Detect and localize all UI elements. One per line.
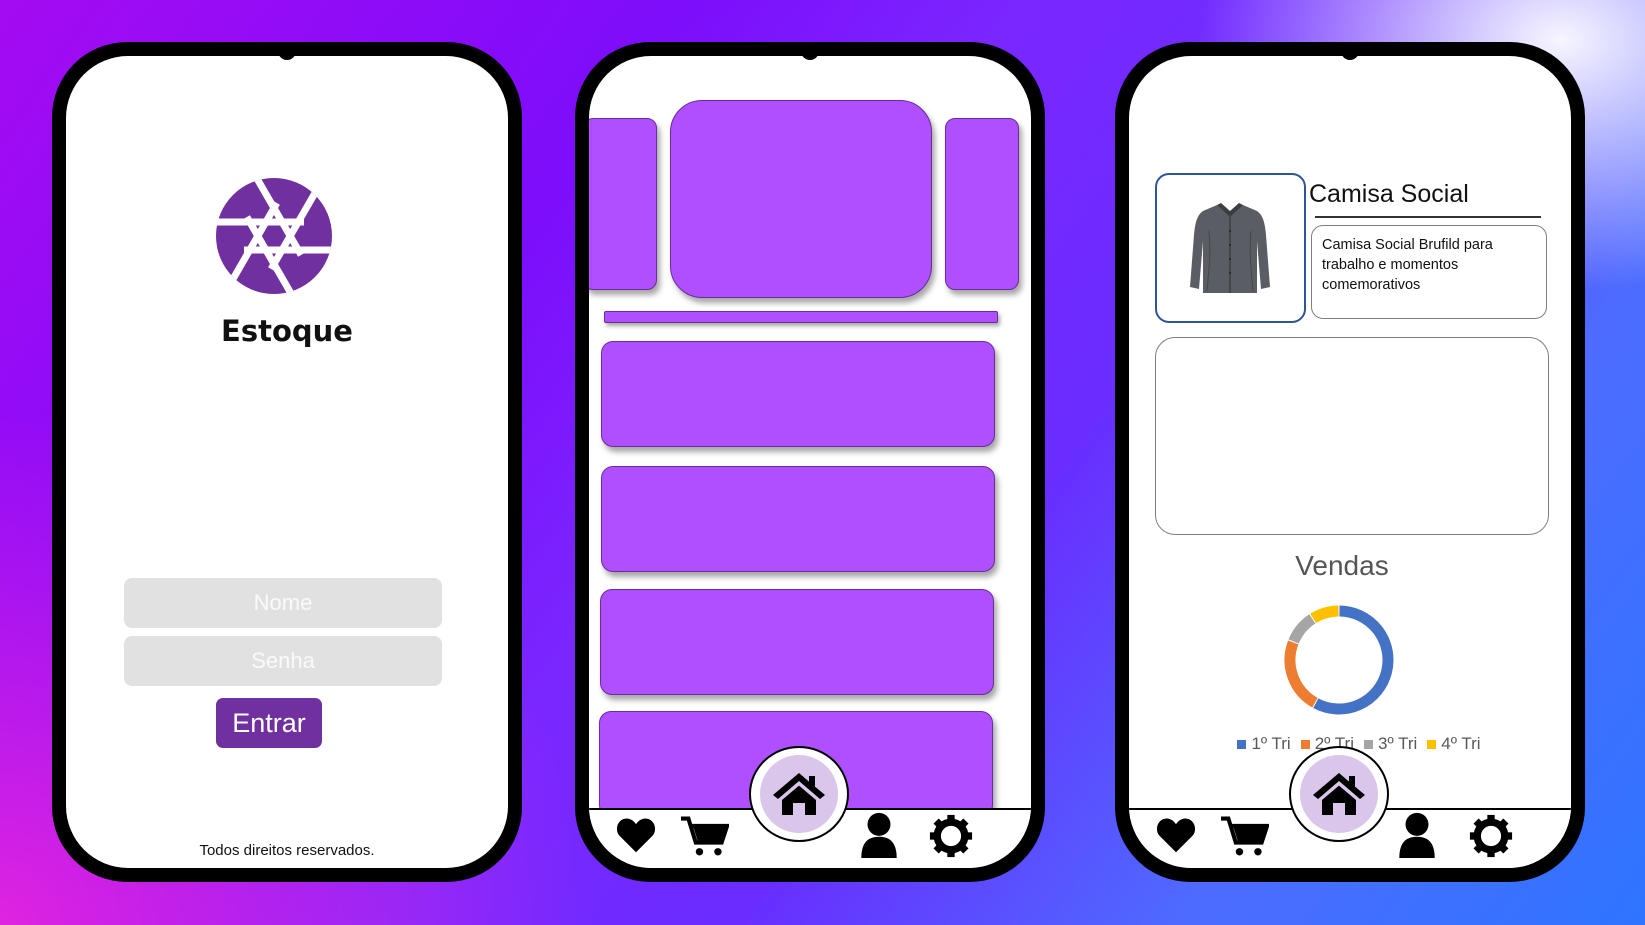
password-input[interactable]: Senha bbox=[124, 636, 442, 686]
legend-swatch bbox=[1300, 739, 1310, 749]
legend-label: 1º Tri bbox=[1251, 734, 1291, 753]
detail-screen: Camisa Social Camisa Social Brufild para… bbox=[1129, 56, 1571, 868]
sales-donut-chart bbox=[1284, 605, 1394, 715]
legend-swatch bbox=[1364, 739, 1373, 749]
carousel-card-left[interactable] bbox=[589, 118, 657, 290]
heart-icon[interactable] bbox=[1155, 816, 1197, 854]
copyright-text: Todos direitos reservados. bbox=[199, 842, 375, 859]
product-image-frame[interactable] bbox=[1155, 173, 1306, 323]
home-screen bbox=[589, 56, 1031, 868]
camera-notch bbox=[801, 42, 819, 60]
title-underline bbox=[1315, 216, 1541, 218]
chart-title: Vendas bbox=[1295, 550, 1389, 581]
carousel-card-center[interactable] bbox=[670, 100, 932, 298]
section-divider bbox=[604, 311, 998, 323]
shirt-icon bbox=[1190, 203, 1270, 293]
aperture-icon bbox=[216, 178, 332, 294]
camera-notch bbox=[1341, 42, 1359, 60]
legend-item: 3º Tri bbox=[1364, 734, 1417, 754]
gear-icon[interactable] bbox=[929, 814, 973, 858]
user-icon[interactable] bbox=[1399, 812, 1435, 858]
heart-icon[interactable] bbox=[615, 816, 657, 854]
login-phone-frame: Estoque Nome Senha Entrar Todos direitos… bbox=[52, 42, 522, 882]
content-placeholder-box bbox=[1155, 337, 1549, 535]
home-button[interactable] bbox=[749, 746, 849, 842]
donut-slice-3 bbox=[1288, 614, 1316, 644]
cart-icon[interactable] bbox=[681, 816, 729, 858]
home-icon bbox=[760, 755, 838, 833]
list-item[interactable] bbox=[600, 589, 994, 695]
home-phone-frame bbox=[575, 42, 1045, 882]
carousel-card-right[interactable] bbox=[945, 118, 1019, 290]
donut-slice-2 bbox=[1284, 640, 1318, 708]
app-title: Estoque bbox=[221, 314, 353, 348]
product-title: Camisa Social bbox=[1309, 180, 1469, 208]
legend-label: 3º Tri bbox=[1378, 734, 1418, 753]
legend-item: 4º Tri bbox=[1427, 734, 1481, 754]
enter-button[interactable]: Entrar bbox=[216, 698, 322, 748]
list-item[interactable] bbox=[601, 341, 995, 447]
legend-swatch bbox=[1427, 739, 1437, 749]
user-icon[interactable] bbox=[861, 812, 897, 858]
donut-slice-4 bbox=[1310, 605, 1339, 624]
legend-label: 4º Tri bbox=[1441, 734, 1481, 753]
legend-item: 1º Tri bbox=[1237, 734, 1291, 754]
product-description: Camisa Social Brufild para trabalho e mo… bbox=[1311, 225, 1547, 319]
detail-phone-frame: Camisa Social Camisa Social Brufild para… bbox=[1115, 42, 1585, 882]
camera-notch bbox=[278, 42, 296, 60]
home-icon bbox=[1300, 755, 1378, 833]
donut-slice-1 bbox=[1313, 605, 1394, 715]
login-screen: Estoque Nome Senha Entrar Todos direitos… bbox=[66, 56, 508, 868]
list-item[interactable] bbox=[601, 466, 995, 572]
home-button[interactable] bbox=[1289, 746, 1389, 842]
legend-swatch bbox=[1237, 739, 1247, 749]
gear-icon[interactable] bbox=[1469, 814, 1513, 858]
cart-icon[interactable] bbox=[1221, 816, 1269, 858]
name-input[interactable]: Nome bbox=[124, 578, 442, 628]
